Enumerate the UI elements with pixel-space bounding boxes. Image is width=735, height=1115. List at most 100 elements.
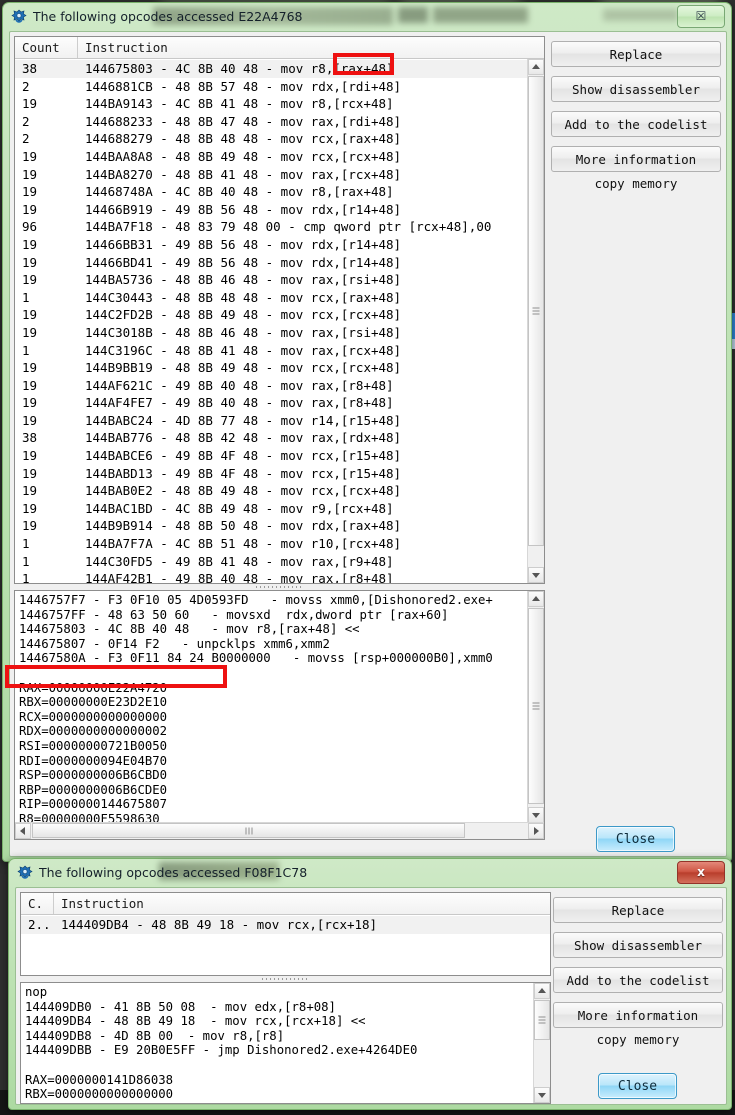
more-information-button-1[interactable]: More information bbox=[551, 146, 721, 172]
row-instruction: 144C3196C - 48 8B 41 48 - mov rax,[rcx+4… bbox=[85, 342, 402, 358]
opcode-window-2[interactable]: The following opcodes accessed F08F1C78 … bbox=[8, 858, 732, 1110]
row-count: 1 bbox=[22, 571, 30, 583]
replace-button-2[interactable]: Replace bbox=[553, 897, 723, 923]
vscroll-thumb[interactable] bbox=[528, 76, 544, 546]
vscroll-thumb[interactable] bbox=[528, 608, 544, 804]
add-to-codelist-button-2[interactable]: Add to the codelist bbox=[553, 967, 723, 993]
chevron-up-icon bbox=[532, 596, 540, 601]
row-count: 19 bbox=[22, 148, 38, 164]
opcode-list-1-header[interactable]: Count Instruction bbox=[15, 37, 544, 59]
row-count: 2 bbox=[22, 131, 30, 147]
table-row[interactable]: 38 144BAB776 - 48 8B 42 48 - mov rax,[rdx… bbox=[15, 429, 544, 447]
table-row[interactable]: 19 144BA9143 - 4C 8B 41 48 - mov r8,[rcx+… bbox=[15, 95, 544, 113]
window-2-titlebar[interactable]: The following opcodes accessed F08F1C78 … bbox=[9, 859, 731, 887]
window-1-titlebar[interactable]: The following opcodes accessed E22A4768 … bbox=[3, 3, 731, 31]
code-line: RDI=0000000094E04B70 bbox=[19, 753, 168, 768]
table-row[interactable]: 19 144BA5736 - 48 8B 46 48 - mov rax,[rsi… bbox=[15, 271, 544, 289]
table-row[interactable]: 1 144C30443 - 48 8B 48 48 - mov rcx,[rax+… bbox=[15, 289, 544, 307]
scroll-up-button[interactable] bbox=[528, 59, 544, 75]
table-row[interactable]: 19 144C3018B - 48 8B 46 48 - mov rax,[rsi… bbox=[15, 324, 544, 342]
thumb-grip-icon bbox=[532, 307, 540, 315]
scroll-up-button[interactable] bbox=[534, 983, 550, 999]
table-row[interactable]: 19 144AF621C - 49 8B 40 48 - mov rax,[r8+… bbox=[15, 377, 544, 395]
table-row[interactable]: 1 144C3196C - 48 8B 41 48 - mov rax,[rcx+… bbox=[15, 342, 544, 360]
table-row[interactable]: 19 144B9BB19 - 48 8B 49 48 - mov rcx,[rcx… bbox=[15, 359, 544, 377]
row-count: 96 bbox=[22, 219, 38, 235]
replace-button-1[interactable]: Replace bbox=[551, 41, 721, 67]
scroll-down-button[interactable] bbox=[528, 807, 544, 823]
column-divider[interactable] bbox=[77, 37, 78, 58]
window-2-close-button[interactable]: x bbox=[677, 861, 725, 884]
add-to-codelist-button-1[interactable]: Add to the codelist bbox=[551, 111, 721, 137]
row-count: 19 bbox=[22, 518, 38, 534]
scroll-right-button[interactable] bbox=[528, 823, 544, 839]
table-row[interactable]: 2 1446881CB - 48 8B 57 48 - mov rdx,[rdi+… bbox=[15, 78, 544, 96]
table-row[interactable]: 19 144BABCE6 - 49 8B 4F 48 - mov rcx,[r15… bbox=[15, 447, 544, 465]
row-count: 19 bbox=[22, 96, 38, 112]
opcode-list-2[interactable]: C. Instruction 2.. 144409DB4 - 48 8B 49 1… bbox=[20, 892, 551, 976]
copy-memory-label-1[interactable]: copy memory bbox=[551, 176, 721, 192]
table-row[interactable]: 19 144BABC24 - 4D 8B 77 48 - mov r14,[r15… bbox=[15, 412, 544, 430]
thumb-grip-icon bbox=[532, 702, 540, 710]
table-row[interactable]: 19 144AF4FE7 - 49 8B 40 48 - mov rax,[r8+… bbox=[15, 394, 544, 412]
code-line: RBX=00000000E23D2E10 bbox=[19, 695, 168, 710]
table-row[interactable]: 19 144BAA8A8 - 48 8B 49 48 - mov rcx,[rcx… bbox=[15, 148, 544, 166]
scroll-left-button[interactable] bbox=[15, 823, 31, 839]
more-information-button-2[interactable]: More information bbox=[553, 1002, 723, 1028]
row-count: 1 bbox=[22, 536, 30, 552]
table-row[interactable]: 96 144BA7F18 - 48 83 79 48 00 - cmp qword… bbox=[15, 218, 544, 236]
table-row[interactable]: 19 144BAC1BD - 4C 8B 49 48 - mov r9,[rcx+… bbox=[15, 500, 544, 518]
column-header-instruction[interactable]: Instruction bbox=[85, 40, 168, 55]
scroll-up-button[interactable] bbox=[528, 591, 544, 607]
scroll-down-button[interactable] bbox=[528, 567, 544, 583]
table-row[interactable]: 19 14466BB31 - 49 8B 56 48 - mov rdx,[r14… bbox=[15, 236, 544, 254]
row-count: 19 bbox=[22, 184, 38, 200]
vscroll-thumb[interactable] bbox=[534, 1000, 550, 1040]
table-row[interactable]: 1 144C30FD5 - 49 8B 41 48 - mov rax,[r9+4… bbox=[15, 553, 544, 571]
opcode-list-1-vscrollbar[interactable] bbox=[527, 59, 544, 583]
opcode-list-2-rows[interactable]: 2.. 144409DB4 - 48 8B 49 18 - mov rcx,[rc… bbox=[21, 916, 550, 975]
disassembly-pane-2[interactable]: nop 144409DB0 - 41 8B 50 08 - mov edx,[r8… bbox=[20, 982, 551, 1104]
column-header-count[interactable]: C. bbox=[28, 896, 43, 911]
show-disassembler-button-2[interactable]: Show disassembler bbox=[553, 932, 723, 958]
row-instruction: 144B9BB19 - 48 8B 49 48 - mov rcx,[rcx+4… bbox=[85, 360, 402, 376]
table-row[interactable]: 19 14466B919 - 49 8B 56 48 - mov rdx,[r14… bbox=[15, 201, 544, 219]
table-row[interactable]: 2 144688233 - 48 8B 47 48 - mov rax,[rdi+… bbox=[15, 113, 544, 131]
table-row[interactable]: 1 144BA7F7A - 4C 8B 51 48 - mov r10,[rcx+… bbox=[15, 535, 544, 553]
disassembly-1-vscrollbar[interactable] bbox=[527, 591, 544, 823]
table-row[interactable]: 2 144688279 - 48 8B 48 48 - mov rcx,[rax+… bbox=[15, 130, 544, 148]
row-count: 19 bbox=[22, 236, 38, 252]
table-row[interactable]: 19 144BAB0E2 - 48 8B 49 48 - mov rcx,[rcx… bbox=[15, 482, 544, 500]
close-button-2[interactable]: Close bbox=[598, 1073, 677, 1099]
opcode-window-1[interactable]: The following opcodes accessed E22A4768 … bbox=[2, 2, 732, 862]
column-header-instruction[interactable]: Instruction bbox=[61, 896, 144, 911]
table-row[interactable]: 2.. 144409DB4 - 48 8B 49 18 - mov rcx,[rc… bbox=[21, 916, 550, 934]
column-divider[interactable] bbox=[53, 893, 54, 914]
desktop-background: The following opcodes accessed E22A4768 … bbox=[0, 0, 735, 1115]
window-1-close-button[interactable]: ☒ bbox=[677, 5, 725, 28]
table-row[interactable]: 19 144BABD13 - 49 8B 4F 48 - mov rcx,[r15… bbox=[15, 465, 544, 483]
scroll-down-button[interactable] bbox=[534, 1087, 550, 1103]
row-count: 19 bbox=[22, 377, 38, 393]
table-row[interactable]: 1 144AF42B1 - 49 8B 40 48 - mov rax,[r8+4… bbox=[15, 570, 544, 583]
opcode-list-1[interactable]: Count Instruction 38 144675803 - 4C 8B 40… bbox=[14, 36, 545, 584]
hscroll-thumb[interactable] bbox=[32, 823, 465, 838]
disassembly-1-hscrollbar[interactable] bbox=[15, 822, 544, 839]
table-row[interactable]: 19 14466BD41 - 49 8B 56 48 - mov rdx,[r14… bbox=[15, 254, 544, 272]
table-row[interactable]: 38 144675803 - 4C 8B 40 48 - mov r8,[rax+… bbox=[15, 60, 544, 78]
row-count: 2 bbox=[22, 78, 30, 94]
table-row[interactable]: 19 144B9B914 - 48 8B 50 48 - mov rdx,[rax… bbox=[15, 517, 544, 535]
table-row[interactable]: 19 144C2FD2B - 48 8B 49 48 - mov rcx,[rcx… bbox=[15, 306, 544, 324]
column-header-count[interactable]: Count bbox=[22, 40, 60, 55]
show-disassembler-button-1[interactable]: Show disassembler bbox=[551, 76, 721, 102]
code-line: RAX=0000000141D86038 bbox=[25, 1072, 174, 1087]
copy-memory-label-2[interactable]: copy memory bbox=[553, 1032, 723, 1048]
table-row[interactable]: 19 14468748A - 4C 8B 40 48 - mov r8,[rax+… bbox=[15, 183, 544, 201]
disassembly-2-vscrollbar[interactable] bbox=[533, 983, 550, 1103]
disassembly-pane-1[interactable]: 1446757F7 - F3 0F10 05 4D0593FD - movss … bbox=[14, 590, 545, 840]
opcode-list-2-header[interactable]: C. Instruction bbox=[21, 893, 550, 915]
window-2-title: The following opcodes accessed F08F1C78 bbox=[39, 865, 308, 880]
table-row[interactable]: 19 144BA8270 - 48 8B 41 48 - mov rax,[rcx… bbox=[15, 166, 544, 184]
opcode-list-1-rows[interactable]: 38 144675803 - 4C 8B 40 48 - mov r8,[rax+… bbox=[15, 60, 544, 583]
close-button-1[interactable]: Close bbox=[596, 826, 675, 852]
